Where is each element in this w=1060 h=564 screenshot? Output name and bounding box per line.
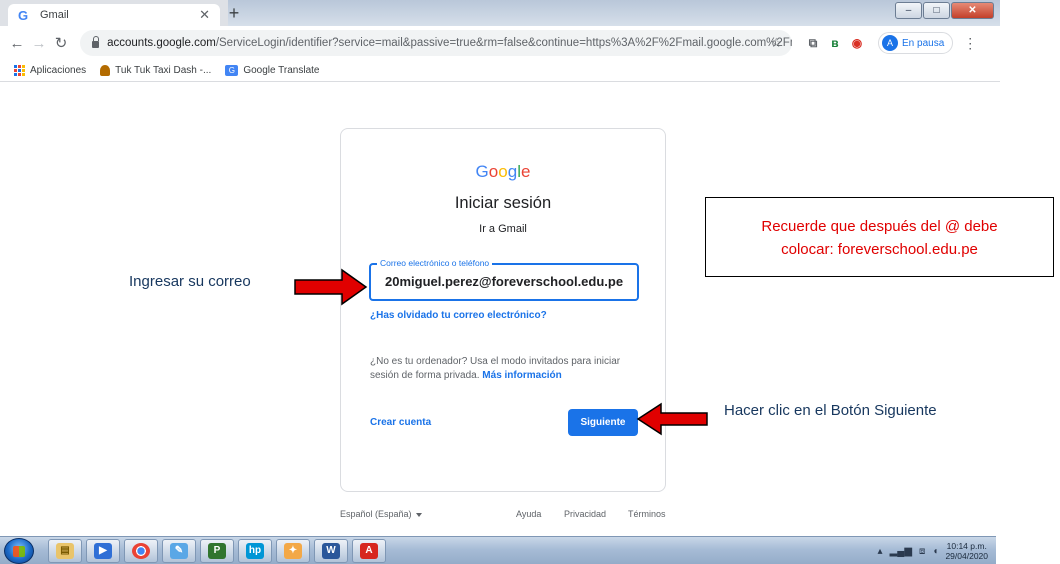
- taskbar-app[interactable]: ✎: [162, 539, 196, 563]
- start-button[interactable]: [4, 538, 34, 564]
- logo-letter: g: [507, 162, 518, 181]
- bookmark-tuk-tuk[interactable]: Tuk Tuk Taxi Dash -...: [100, 65, 211, 76]
- lock-icon: [92, 36, 100, 48]
- avatar: A: [882, 35, 898, 51]
- forgot-email-link[interactable]: ¿Has olvidado tu correo electrónico?: [370, 310, 547, 321]
- annotation-click-next: Hacer clic en el Botón Siguiente: [724, 402, 937, 419]
- taskbar-app[interactable]: P: [200, 539, 234, 563]
- address-bar[interactable]: accounts.google.com/ServiceLogin/identif…: [80, 30, 792, 56]
- email-field[interactable]: Correo electrónico o teléfono 20miguel.p…: [369, 258, 639, 301]
- url-path: /ServiceLogin/identifier?service=mail&pa…: [215, 37, 792, 49]
- annotation-enter-email: Ingresar su correo: [129, 273, 251, 290]
- tab-title: Gmail: [40, 9, 69, 21]
- more-info-link[interactable]: Más información: [482, 370, 561, 381]
- page-footer: Español (España) Ayuda Privacidad Términ…: [340, 509, 666, 523]
- bookmark-label: Tuk Tuk Taxi Dash -...: [115, 65, 212, 76]
- minimize-button[interactable]: –: [895, 2, 922, 19]
- forward-arrow-icon[interactable]: →: [28, 35, 50, 52]
- screen: G Gmail ✕ + – □ ✕ ← → ↻ accounts.google.…: [0, 0, 1060, 564]
- language-selector[interactable]: Español (España): [340, 509, 422, 519]
- hp-printer-icon: hp: [246, 543, 264, 559]
- page-title: Iniciar sesión: [454, 194, 552, 212]
- browser-toolbar: ← → ↻ accounts.google.com/ServiceLogin/i…: [0, 26, 1000, 60]
- language-label: Español (España): [340, 509, 412, 519]
- logo-letter: G: [475, 162, 489, 181]
- annotation-note-box: Recuerde que después del @ debe colocar:…: [705, 197, 1054, 277]
- translate-icon: G: [225, 65, 239, 76]
- back-arrow-icon[interactable]: ←: [6, 35, 28, 52]
- taskbar-app[interactable]: W: [314, 539, 348, 563]
- tuk-tuk-icon: [100, 65, 111, 76]
- logo-letter: o: [498, 162, 508, 181]
- close-window-button[interactable]: ✕: [951, 2, 994, 19]
- taskbar-app[interactable]: ▶: [86, 539, 120, 563]
- tab-gmail[interactable]: G Gmail ✕: [8, 4, 220, 26]
- email-field-label: Correo electrónico o teléfono: [377, 258, 493, 269]
- logo-letter: e: [520, 162, 531, 181]
- clock[interactable]: 10:14 p.m. 29/04/2020: [945, 541, 988, 561]
- network-icon[interactable]: ⧈: [919, 546, 925, 557]
- bookmark-google-translate[interactable]: G Google Translate: [225, 65, 319, 76]
- show-hidden-icons-icon[interactable]: ▴: [878, 546, 883, 557]
- tab-close-icon[interactable]: ✕: [199, 7, 210, 23]
- window-controls: – □ ✕: [895, 2, 994, 19]
- note-line: colocar: foreverschool.edu.pe: [781, 241, 978, 258]
- bookmarks-bar: Aplicaciones Tuk Tuk Taxi Dash -... G Go…: [0, 60, 1000, 82]
- bookmark-label: Aplicaciones: [30, 65, 87, 76]
- taskbar-app[interactable]: ▤: [48, 539, 82, 563]
- more-menu-icon[interactable]: ⋮: [963, 35, 977, 52]
- guest-mode-note: ¿No es tu ordenador? Usa el modo invitad…: [370, 355, 640, 383]
- new-tab-icon[interactable]: +: [224, 4, 244, 24]
- google-favicon-icon: G: [18, 7, 29, 23]
- clock-date: 29/04/2020: [945, 551, 988, 561]
- word-icon: W: [322, 543, 340, 559]
- file-explorer-icon: ▤: [56, 543, 74, 559]
- login-card: Google Iniciar sesión Ir a Gmail Correo …: [340, 128, 666, 492]
- arrow-right-icon: [294, 268, 368, 306]
- arrow-left-icon: [636, 402, 708, 436]
- media-player-icon: ▶: [94, 543, 112, 559]
- taskbar-app[interactable]: [124, 539, 158, 563]
- extension-icon[interactable]: ʙ: [824, 36, 846, 50]
- taskbar-app[interactable]: hp: [238, 539, 272, 563]
- notepad-icon: ✎: [170, 543, 188, 559]
- bookmark-star-icon[interactable]: ☆: [770, 35, 782, 51]
- maximize-button[interactable]: □: [923, 2, 950, 19]
- system-tray: ▴ ▂▄▆ ⧈ ◖ 10:14 p.m. 29/04/2020: [842, 539, 992, 563]
- url-domain: accounts.google.com: [107, 37, 216, 49]
- titlebar-background: [228, 0, 1000, 26]
- google-logo: Google: [341, 162, 665, 182]
- clock-time: 10:14 p.m.: [946, 541, 987, 551]
- note-line: Recuerde que después del @ debe: [761, 218, 998, 235]
- email-field-value: 20miguel.perez@foreverschool.edu.pe: [385, 274, 624, 289]
- bookmark-label: Google Translate: [243, 65, 320, 76]
- acrobat-icon: A: [360, 543, 378, 559]
- project-icon: P: [208, 543, 226, 559]
- next-button[interactable]: Siguiente: [568, 409, 638, 436]
- terms-link[interactable]: Términos: [628, 509, 666, 519]
- extension-icon[interactable]: ◉: [846, 36, 868, 50]
- paint-icon: ✦: [284, 543, 302, 559]
- reload-icon[interactable]: ↻: [50, 34, 72, 52]
- taskbar-app[interactable]: ✦: [276, 539, 310, 563]
- volume-icon[interactable]: ◖: [932, 546, 938, 557]
- taskbar: ▤ ▶ ✎ P hp ✦ W A ▴ ▂▄▆ ⧈ ◖ 10:14 p.m. 29…: [0, 536, 996, 564]
- help-link[interactable]: Ayuda: [516, 509, 541, 519]
- url-text: accounts.google.com/ServiceLogin/identif…: [107, 37, 792, 49]
- tab-strip: G Gmail ✕ + – □ ✕: [0, 0, 1000, 26]
- taskbar-app[interactable]: A: [352, 539, 386, 563]
- page-subtitle: Ir a Gmail: [479, 223, 527, 235]
- apps-grid-icon: [14, 65, 25, 76]
- profile-button[interactable]: A En pausa: [878, 32, 954, 54]
- privacy-link[interactable]: Privacidad: [564, 509, 606, 519]
- profile-status: En pausa: [902, 37, 945, 49]
- create-account-link[interactable]: Crear cuenta: [370, 417, 431, 428]
- chrome-icon: [132, 543, 150, 559]
- caret-down-icon: [415, 512, 422, 517]
- logo-letter: o: [488, 162, 499, 181]
- extension-icon[interactable]: ⧉: [802, 36, 824, 51]
- bookmark-apps[interactable]: Aplicaciones: [14, 65, 86, 76]
- signal-icon[interactable]: ▂▄▆: [890, 546, 912, 557]
